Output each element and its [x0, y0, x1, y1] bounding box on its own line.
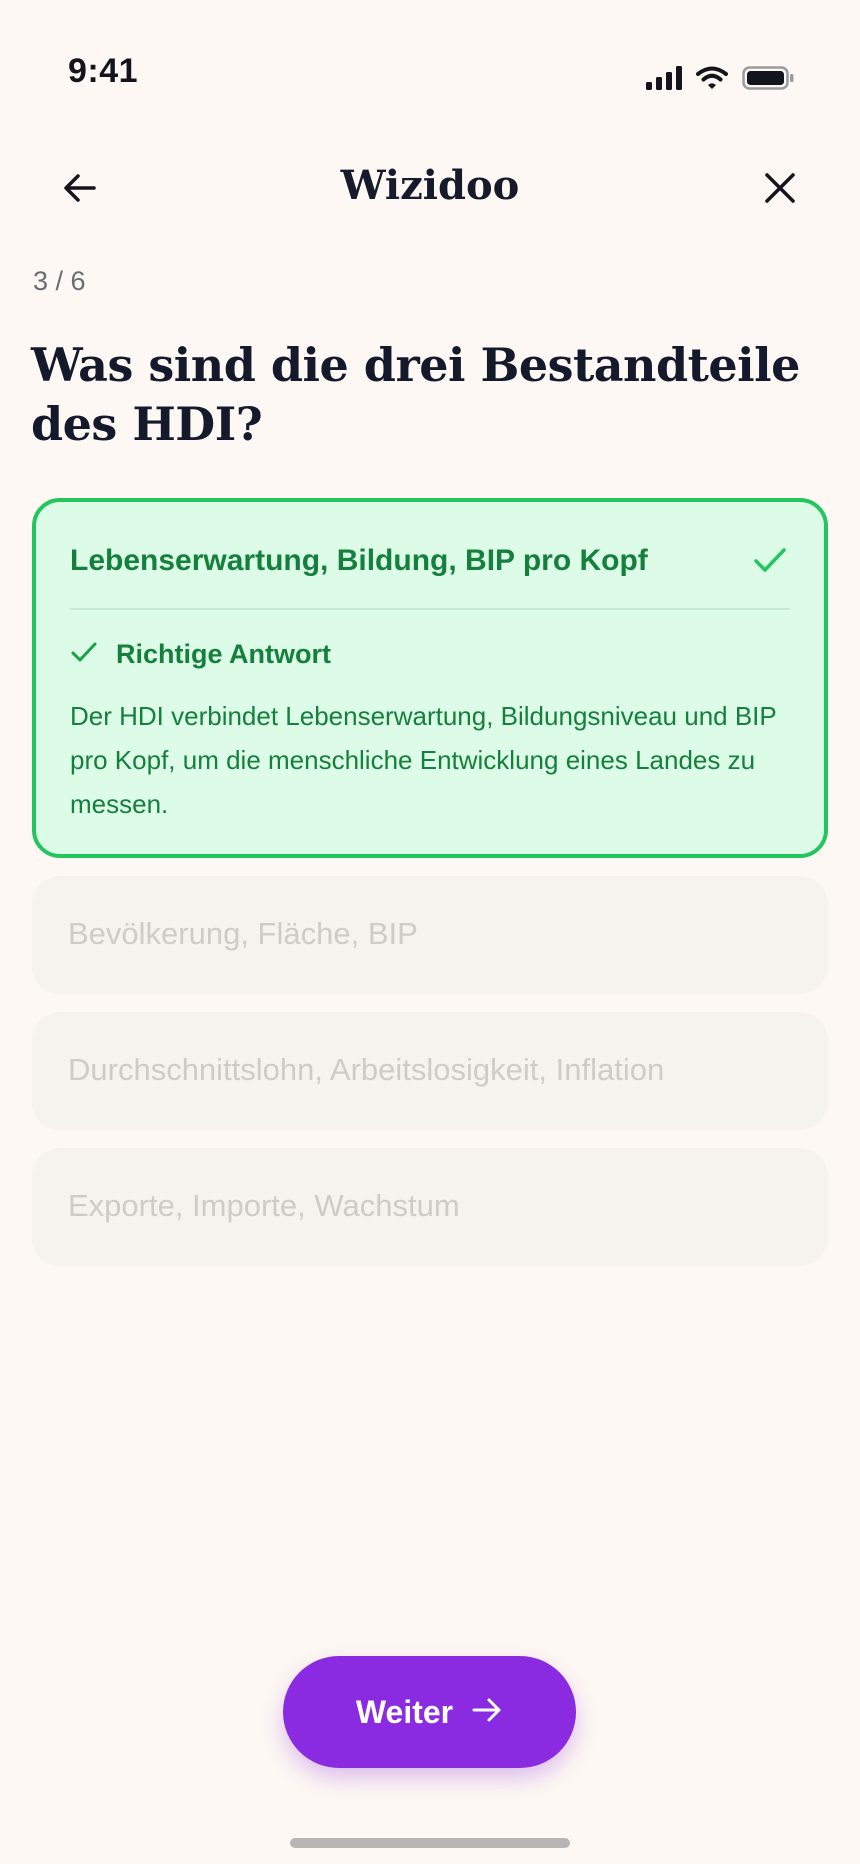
- status-bar: 9:41: [0, 0, 860, 130]
- check-icon: [752, 542, 788, 583]
- feedback-explanation: Der HDI verbindet Lebenserwartung, Bildu…: [70, 701, 777, 819]
- answer-option: Bevölkerung, Fläche, BIP: [32, 876, 828, 994]
- close-icon: [762, 170, 798, 211]
- answer-option: Durchschnittslohn, Arbeitslosigkeit, Inf…: [32, 1012, 828, 1130]
- answer-option-correct[interactable]: Lebenserwartung, Bildung, BIP pro Kopf R…: [32, 498, 828, 858]
- status-time: 9:41: [68, 52, 139, 90]
- top-nav: Wizidoo: [0, 150, 860, 230]
- arrow-right-icon: [471, 1694, 503, 1731]
- signal-icon: [646, 66, 682, 90]
- next-button-label: Weiter: [355, 1693, 454, 1730]
- status-icons: [646, 66, 794, 90]
- feedback-title: Richtige Antwort: [116, 639, 331, 669]
- feedback-header: Richtige Antwort: [70, 638, 331, 671]
- divider: [70, 608, 790, 610]
- answer-label: Bevölkerung, Fläche, BIP: [68, 916, 418, 951]
- next-button[interactable]: Weiter: [283, 1656, 576, 1768]
- answer-option: Exporte, Importe, Wachstum: [32, 1148, 828, 1266]
- question-progress: 3 / 6: [33, 266, 86, 296]
- wifi-icon: [696, 66, 728, 90]
- check-small-icon: [70, 638, 98, 671]
- answer-label: Exporte, Importe, Wachstum: [68, 1188, 460, 1223]
- battery-icon: [742, 66, 794, 90]
- question-text: Was sind die drei Bestandteile des HDI?: [31, 338, 800, 451]
- answer-label: Lebenserwartung, Bildung, BIP pro Kopf: [70, 544, 648, 577]
- close-button[interactable]: [750, 160, 810, 220]
- answer-label: Durchschnittslohn, Arbeitslosigkeit, Inf…: [68, 1052, 665, 1087]
- home-indicator: [290, 1838, 570, 1848]
- quiz-screen: 9:41 Wizidoo 3 / 6 Was sind die drei Bes…: [0, 0, 860, 1864]
- app-title: Wizidoo: [340, 162, 520, 209]
